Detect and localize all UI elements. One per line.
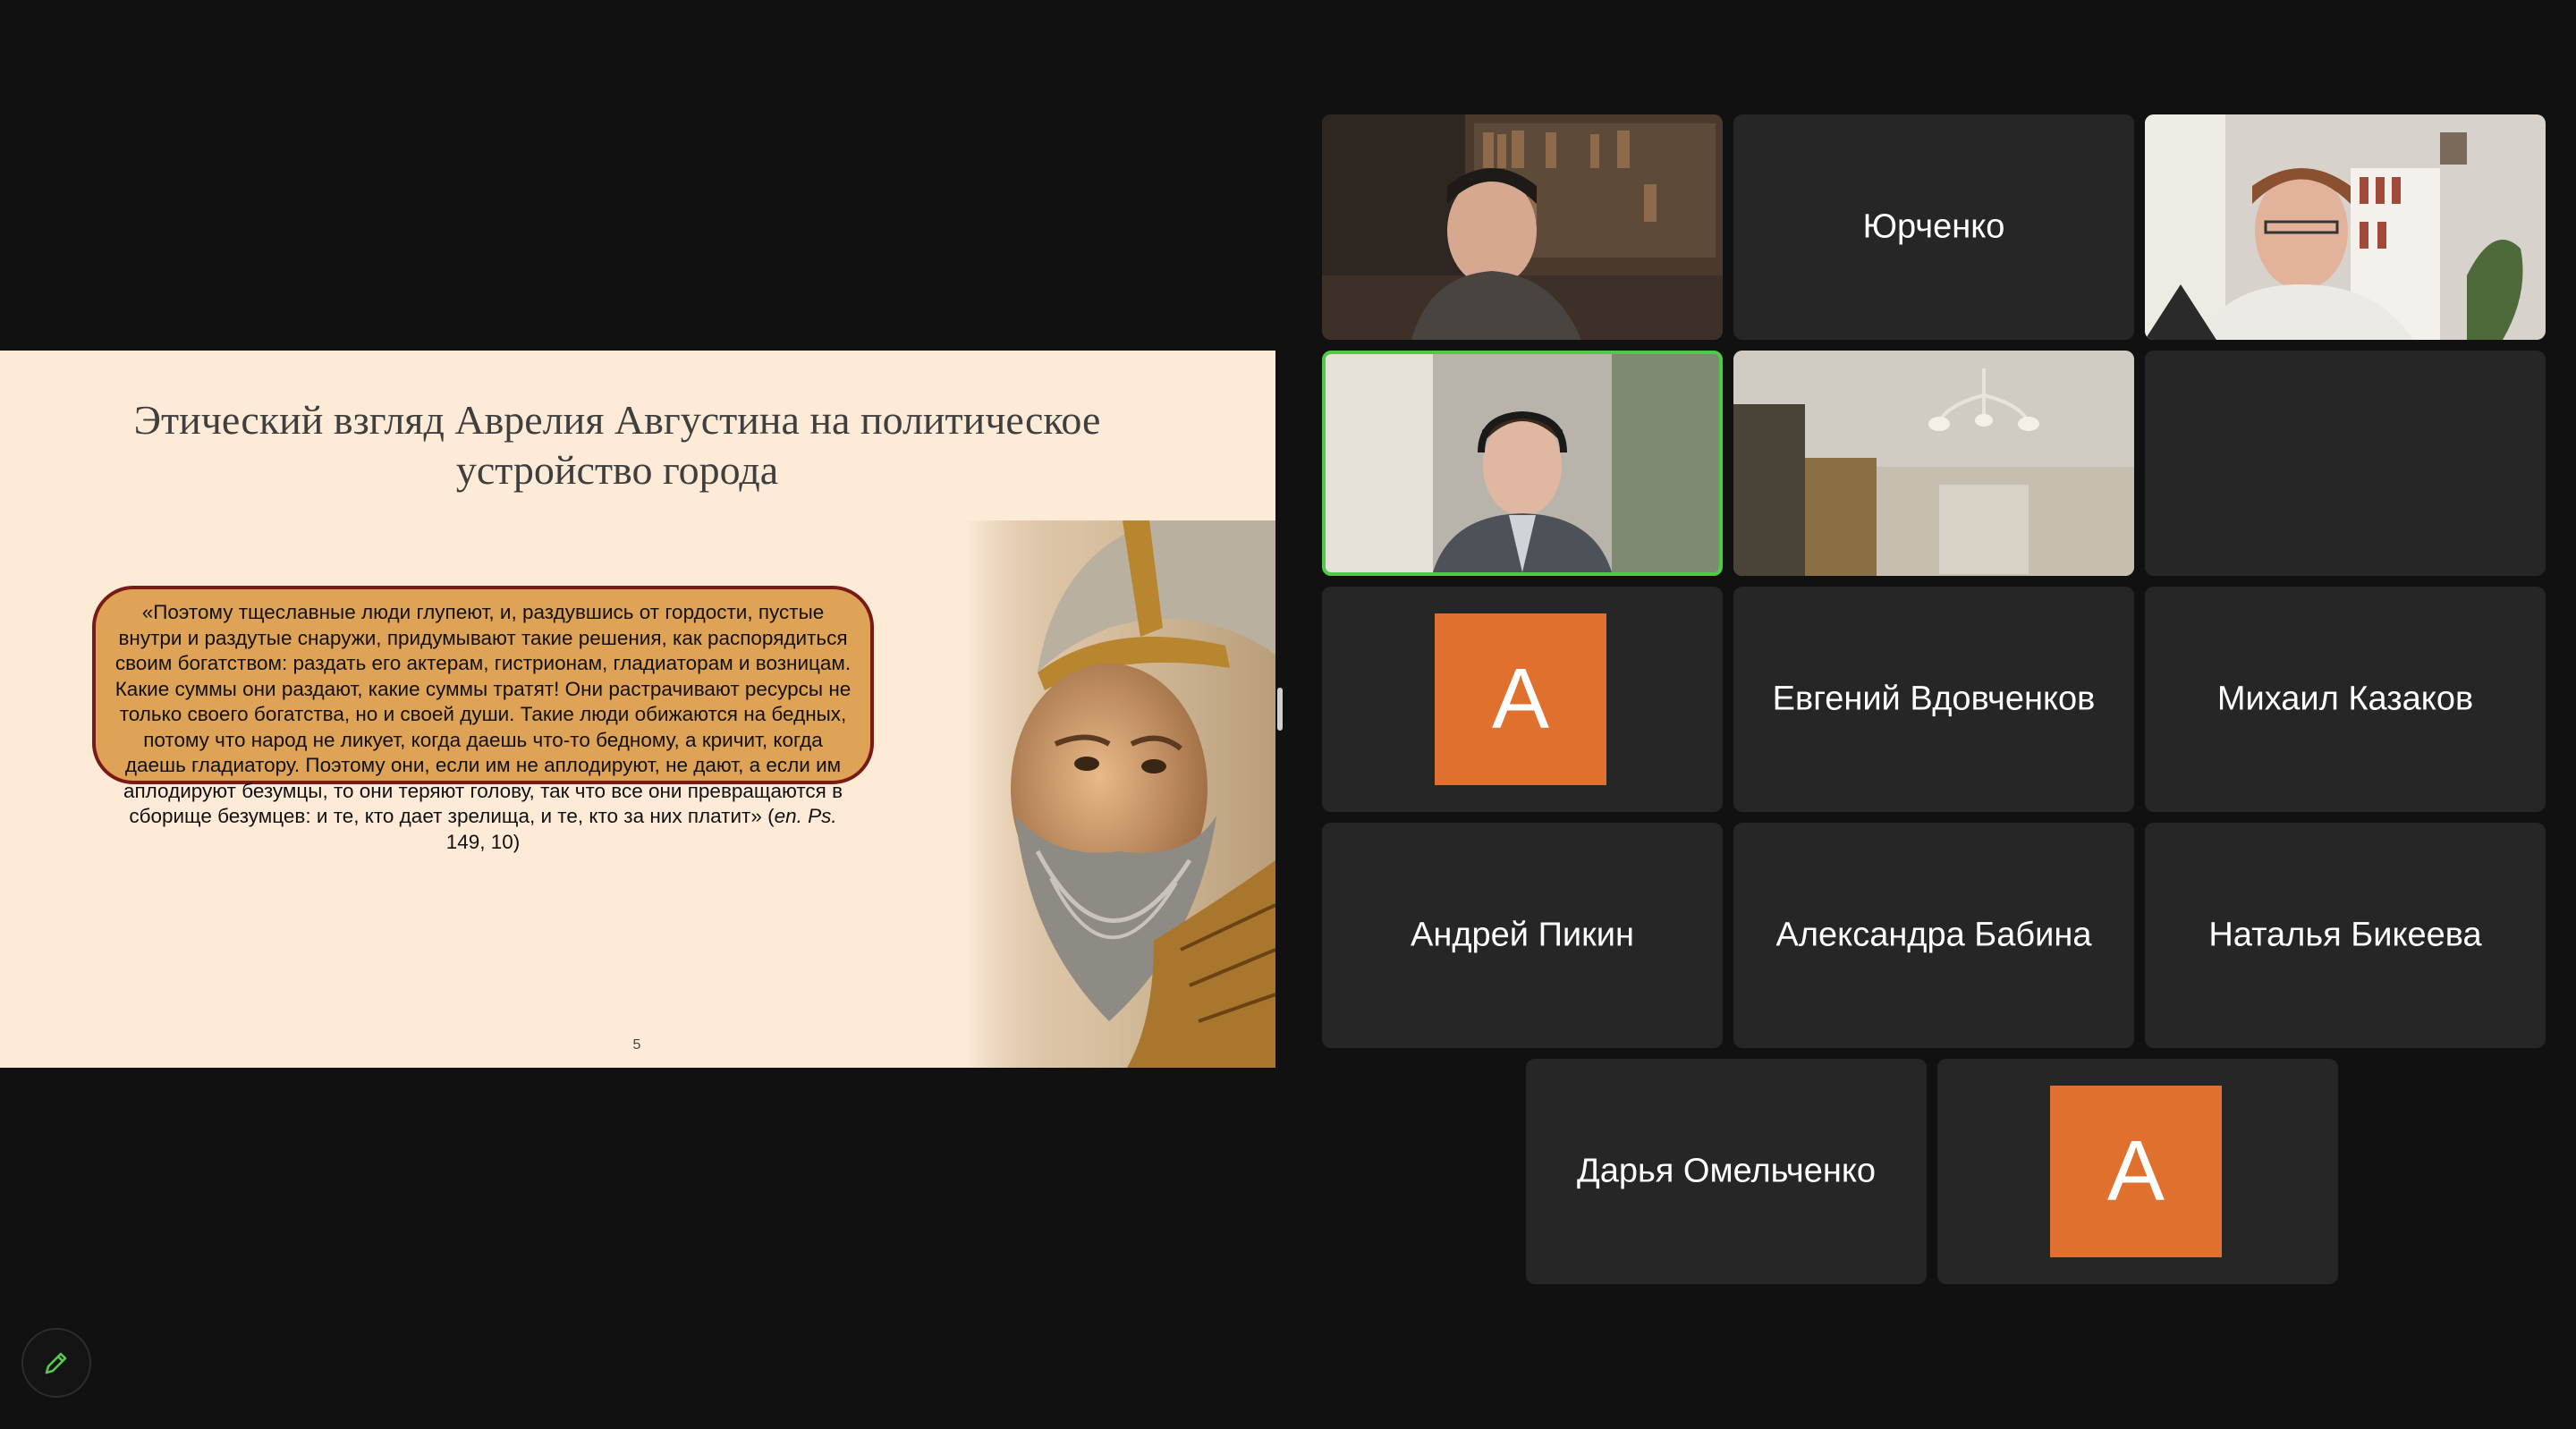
participant-name: Юрченко: [1862, 207, 2005, 246]
participant-video-1: [1322, 114, 1723, 340]
participant-tile-5[interactable]: [1733, 351, 2134, 576]
quote-reference: 149, 10): [445, 830, 521, 853]
shared-screen-slide: Этический взгляд Аврелия Августина на по…: [0, 351, 1275, 1068]
participant-tile-12[interactable]: Наталья Бикеева: [2145, 823, 2546, 1048]
quote-text: «Поэтому тщеславные люди глупеют, и, раз…: [114, 601, 852, 827]
pencil-icon: [45, 1352, 67, 1374]
participant-name: Дарья Омельченко: [1576, 1152, 1877, 1190]
slide-page-number: 5: [632, 1037, 641, 1053]
saint-portrait-image: [966, 520, 1275, 1068]
participant-video-5: [1733, 351, 2134, 576]
participant-tile-7[interactable]: A: [1322, 587, 1723, 812]
participant-tile-2[interactable]: Юрченко: [1733, 114, 2134, 340]
quote-citation: en. Ps.: [774, 805, 837, 827]
participant-tile-14[interactable]: A: [1937, 1059, 2338, 1284]
participant-name: Андрей Пикин: [1411, 916, 1634, 954]
annotate-button[interactable]: [21, 1328, 91, 1398]
participant-tile-8[interactable]: Евгений Вдовченков: [1733, 587, 2134, 812]
participant-tile-3[interactable]: [2145, 114, 2546, 340]
participant-name: Евгений Вдовченков: [1772, 680, 2096, 718]
participant-avatar: A: [2050, 1086, 2222, 1257]
participant-tile-9[interactable]: Михаил Казаков: [2145, 587, 2546, 812]
slide-title: Этический взгляд Аврелия Августина на по…: [133, 397, 1101, 493]
participant-name: Наталья Бикеева: [2208, 916, 2482, 954]
participant-video-4: [1326, 354, 1719, 572]
participant-tile-6-empty[interactable]: [2145, 351, 2546, 576]
participant-tile-1[interactable]: [1322, 114, 1723, 340]
participant-tile-13[interactable]: Дарья Омельченко: [1526, 1059, 1927, 1284]
quote-box: «Поэтому тщеславные люди глупеют, и, раз…: [92, 586, 874, 853]
participant-name: Александра Бабина: [1775, 916, 2092, 954]
participant-tile-4-active-speaker[interactable]: [1322, 351, 1723, 576]
participant-name: Михаил Казаков: [2216, 680, 2474, 718]
split-view-handle[interactable]: [1277, 688, 1283, 731]
participant-tile-11[interactable]: Александра Бабина: [1733, 823, 2134, 1048]
participant-tile-10[interactable]: Андрей Пикин: [1322, 823, 1723, 1048]
participant-video-3: [2145, 114, 2546, 340]
participant-avatar: A: [1435, 613, 1606, 785]
